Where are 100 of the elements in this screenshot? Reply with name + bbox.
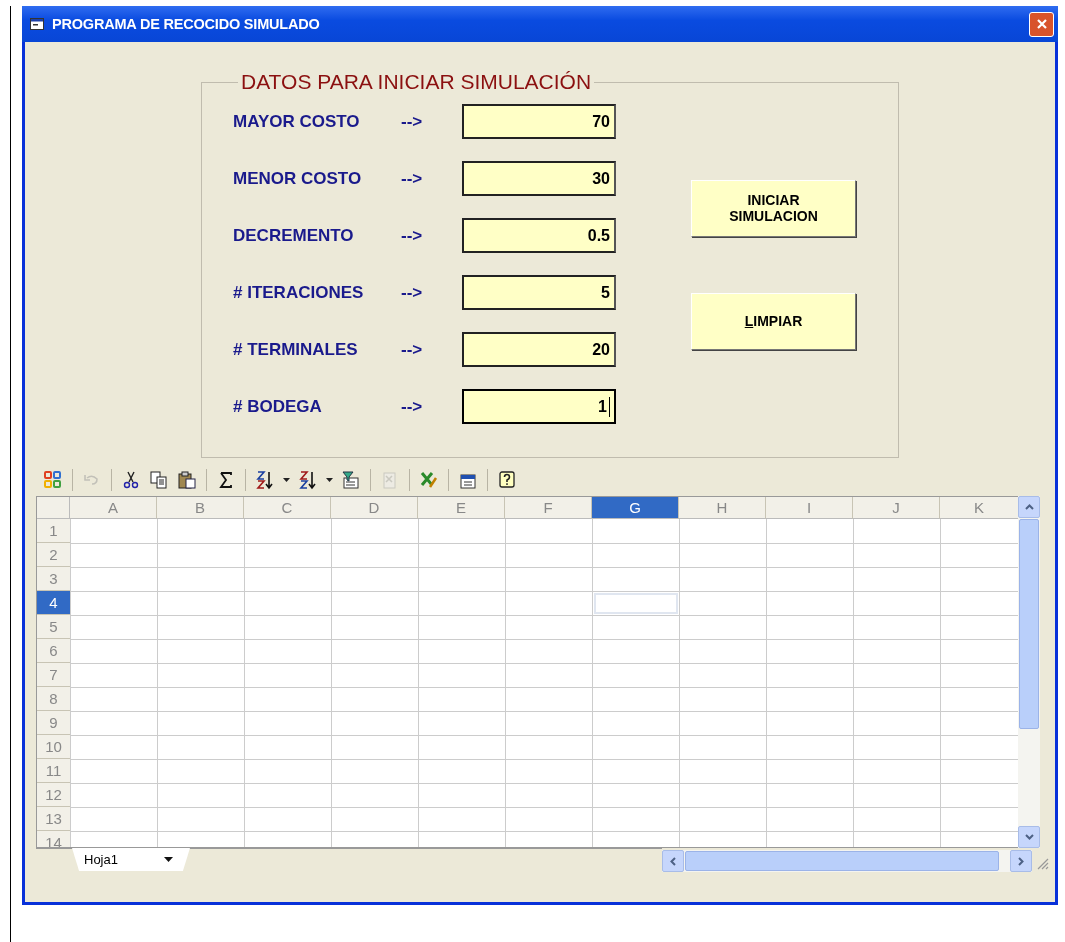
- table-cell[interactable]: [766, 687, 853, 711]
- table-cell[interactable]: [679, 687, 766, 711]
- table-cell[interactable]: [505, 639, 592, 663]
- table-cell[interactable]: [679, 759, 766, 783]
- table-cell[interactable]: [331, 567, 418, 591]
- table-cell[interactable]: [157, 711, 244, 735]
- table-cell[interactable]: [766, 711, 853, 735]
- row-header[interactable]: 10: [37, 735, 70, 759]
- table-cell[interactable]: [157, 687, 244, 711]
- table-cell[interactable]: [331, 687, 418, 711]
- table-cell[interactable]: [853, 543, 940, 567]
- table-cell[interactable]: [679, 615, 766, 639]
- table-cell[interactable]: [505, 735, 592, 759]
- table-cell[interactable]: [418, 543, 505, 567]
- table-cell[interactable]: [418, 807, 505, 831]
- table-cell[interactable]: [592, 639, 679, 663]
- table-cell[interactable]: [592, 807, 679, 831]
- table-cell[interactable]: [853, 663, 940, 687]
- row-header[interactable]: 2: [37, 543, 70, 567]
- input-field[interactable]: 70: [462, 104, 616, 139]
- table-cell[interactable]: [244, 639, 331, 663]
- table-cell[interactable]: [331, 783, 418, 807]
- table-cell[interactable]: [853, 639, 940, 663]
- table-cell[interactable]: [157, 783, 244, 807]
- table-cell[interactable]: [592, 711, 679, 735]
- table-cell[interactable]: [331, 615, 418, 639]
- row-header[interactable]: 1: [37, 519, 70, 543]
- table-cell[interactable]: [853, 807, 940, 831]
- table-cell[interactable]: [766, 663, 853, 687]
- input-field[interactable]: 5: [462, 275, 616, 310]
- table-cell[interactable]: [244, 591, 331, 615]
- table-cell[interactable]: [70, 759, 157, 783]
- table-cell[interactable]: [244, 615, 331, 639]
- chevron-up-icon[interactable]: [1024, 504, 1034, 510]
- table-cell[interactable]: [331, 663, 418, 687]
- table-cell[interactable]: [331, 639, 418, 663]
- table-cell[interactable]: [592, 759, 679, 783]
- dropdown-arrow-icon[interactable]: [326, 478, 333, 482]
- table-cell[interactable]: [244, 711, 331, 735]
- table-cell[interactable]: [853, 687, 940, 711]
- table-cell[interactable]: [418, 591, 505, 615]
- sheet-tab[interactable]: Hoja1: [72, 848, 190, 871]
- table-cell[interactable]: [331, 591, 418, 615]
- table-cell[interactable]: [70, 663, 157, 687]
- table-cell[interactable]: [505, 711, 592, 735]
- table-cell[interactable]: [853, 567, 940, 591]
- close-button[interactable]: [1029, 11, 1054, 37]
- table-cell[interactable]: [244, 735, 331, 759]
- table-cell[interactable]: [331, 735, 418, 759]
- table-cell[interactable]: [592, 567, 679, 591]
- table-cell[interactable]: [505, 543, 592, 567]
- table-cell[interactable]: [505, 567, 592, 591]
- table-cell[interactable]: [853, 711, 940, 735]
- table-cell[interactable]: [505, 663, 592, 687]
- table-cell[interactable]: [853, 615, 940, 639]
- table-cell[interactable]: [244, 687, 331, 711]
- table-cell[interactable]: [418, 711, 505, 735]
- action-button[interactable]: INICIAR SIMULACION: [691, 180, 856, 237]
- table-cell[interactable]: [70, 591, 157, 615]
- table-cell[interactable]: [418, 567, 505, 591]
- table-cell[interactable]: [853, 735, 940, 759]
- table-cell[interactable]: [505, 807, 592, 831]
- table-cell[interactable]: [679, 591, 766, 615]
- table-cell[interactable]: [505, 591, 592, 615]
- column-header[interactable]: E: [418, 497, 505, 519]
- table-cell[interactable]: [418, 615, 505, 639]
- column-header[interactable]: I: [766, 497, 853, 519]
- scroll-right-button[interactable]: [1010, 850, 1032, 872]
- close-icon[interactable]: [1035, 18, 1048, 30]
- row-header[interactable]: 7: [37, 663, 70, 687]
- column-header[interactable]: G: [592, 497, 679, 519]
- input-field[interactable]: 20: [462, 332, 616, 367]
- table-cell[interactable]: [679, 663, 766, 687]
- table-cell[interactable]: [331, 711, 418, 735]
- column-header[interactable]: K: [940, 497, 1018, 519]
- table-cell[interactable]: [679, 735, 766, 759]
- table-cell[interactable]: [157, 639, 244, 663]
- row-header[interactable]: 9: [37, 711, 70, 735]
- table-cell[interactable]: [418, 639, 505, 663]
- table-cell[interactable]: [679, 783, 766, 807]
- column-header[interactable]: J: [853, 497, 940, 519]
- column-header[interactable]: A: [70, 497, 157, 519]
- table-cell[interactable]: [244, 567, 331, 591]
- table-cell[interactable]: [157, 735, 244, 759]
- input-field[interactable]: 30: [462, 161, 616, 196]
- table-cell[interactable]: [70, 687, 157, 711]
- table-cell[interactable]: [244, 663, 331, 687]
- table-cell[interactable]: [331, 543, 418, 567]
- table-cell[interactable]: [505, 687, 592, 711]
- table-cell[interactable]: [679, 567, 766, 591]
- table-cell[interactable]: [157, 543, 244, 567]
- table-cell[interactable]: [157, 807, 244, 831]
- table-cell[interactable]: [592, 735, 679, 759]
- table-cell[interactable]: [766, 735, 853, 759]
- table-cell[interactable]: [70, 615, 157, 639]
- table-cell[interactable]: [592, 615, 679, 639]
- scroll-up-button[interactable]: [1018, 496, 1040, 518]
- row-header[interactable]: 12: [37, 783, 70, 807]
- table-cell[interactable]: [70, 567, 157, 591]
- vertical-scrollbar[interactable]: [1018, 496, 1040, 848]
